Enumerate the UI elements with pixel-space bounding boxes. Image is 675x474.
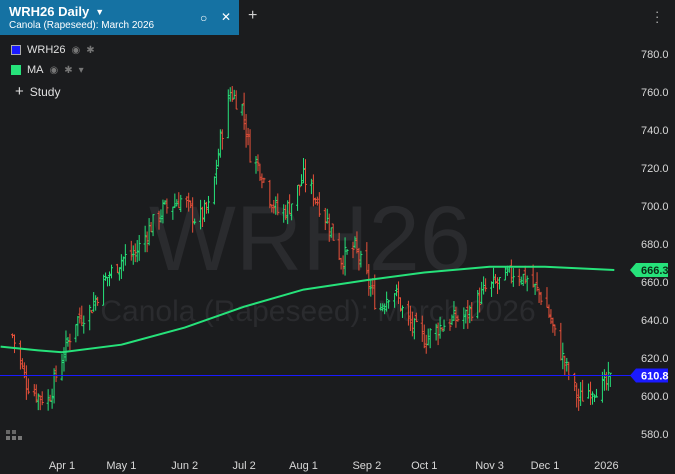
y-tick-label: 720.0 — [641, 163, 669, 175]
y-tick-label: 760.0 — [641, 87, 669, 99]
y-tick-label: 580.0 — [641, 429, 669, 441]
watermark-symbol: WRH26 — [149, 188, 471, 290]
y-tick-label: 680.0 — [641, 239, 669, 251]
close-icon[interactable]: ✕ — [221, 10, 231, 24]
add-study-button[interactable]: + Study — [15, 83, 60, 100]
y-tick-label: 740.0 — [641, 125, 669, 137]
gear-icon[interactable]: ✱ — [64, 65, 72, 76]
caret-down-icon[interactable]: ▾ — [79, 65, 84, 76]
eye-icon[interactable]: ◉ — [72, 45, 81, 56]
ma-last-tag: 666.3 — [641, 265, 669, 277]
chart-tab[interactable]: WRH26 Daily ▼ Canola (Rapeseed): March 2… — [0, 0, 239, 35]
price-last-tag: 610.8 — [641, 370, 669, 382]
legend-label: WRH26 — [27, 44, 66, 56]
series-color-swatch — [11, 65, 21, 75]
plus-icon: + — [15, 83, 24, 100]
tab-title: WRH26 Daily — [9, 4, 90, 19]
y-tick-label: 660.0 — [641, 277, 669, 289]
x-tick-label: Aug 1 — [289, 460, 318, 472]
circle-icon[interactable]: ○ — [200, 11, 207, 25]
more-vertical-icon[interactable]: · · · — [655, 5, 659, 28]
x-tick-label: May 1 — [106, 460, 136, 472]
price-chart[interactable]: WRH26 Canola (Rapeseed): March 2026 580.0 6… — [0, 35, 675, 474]
x-tick-label: 2026 — [594, 460, 618, 472]
x-tick-label: Oct 1 — [411, 460, 437, 472]
brand-logo-icon — [6, 430, 22, 440]
y-tick-label: 600.0 — [641, 391, 669, 403]
add-tab-icon[interactable]: + — [248, 7, 257, 25]
tab-bar: WRH26 Daily ▼ Canola (Rapeseed): March 2… — [0, 0, 675, 35]
x-tick-label: Sep 2 — [352, 460, 381, 472]
x-tick-label: Jun 2 — [171, 460, 198, 472]
watermark-name: Canola (Rapeseed): March 2026 — [100, 295, 535, 328]
legend-label: MA — [27, 64, 44, 76]
x-tick-label: Nov 3 — [475, 460, 504, 472]
legend-row-ma[interactable]: MA ◉ ✱ ▾ — [11, 60, 95, 80]
x-tick-label: Apr 1 — [49, 460, 75, 472]
study-label: Study — [29, 84, 61, 99]
series-color-swatch — [11, 45, 21, 55]
y-tick-label: 700.0 — [641, 201, 669, 213]
x-tick-label: Dec 1 — [531, 460, 560, 472]
y-tick-label: 640.0 — [641, 315, 669, 327]
y-tick-label: 780.0 — [641, 49, 669, 61]
caret-down-icon[interactable]: ▼ — [95, 7, 104, 17]
legend: WRH26 ◉ ✱ MA ◉ ✱ ▾ — [11, 40, 95, 80]
gear-icon[interactable]: ✱ — [86, 45, 94, 56]
y-tick-label: 620.0 — [641, 353, 669, 365]
eye-icon[interactable]: ◉ — [50, 65, 59, 76]
x-tick-label: Jul 2 — [232, 460, 255, 472]
legend-row-wrh26[interactable]: WRH26 ◉ ✱ — [11, 40, 95, 60]
